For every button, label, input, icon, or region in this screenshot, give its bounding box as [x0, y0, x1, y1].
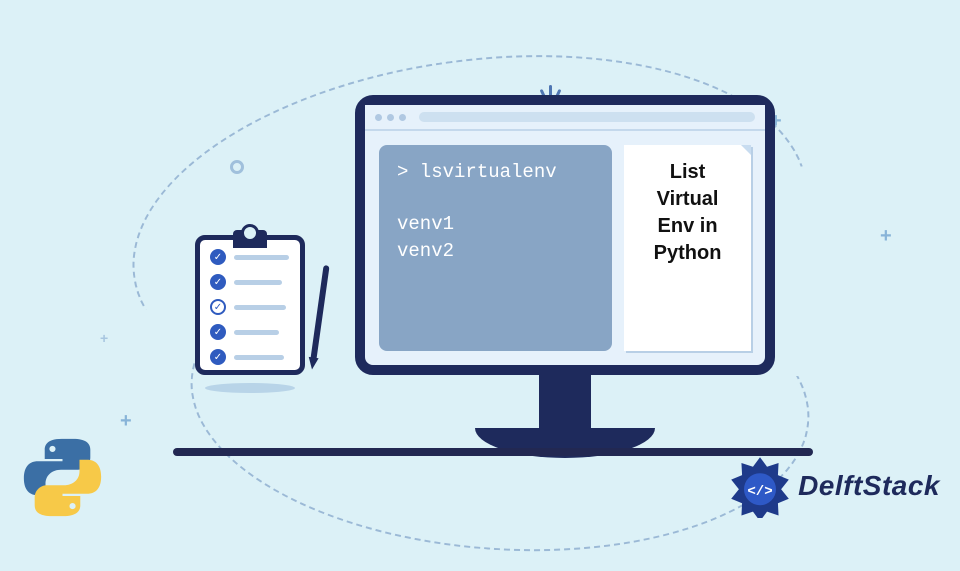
check-icon: ✓ — [210, 249, 226, 265]
note-line: List — [632, 159, 743, 186]
ring-icon — [230, 160, 244, 174]
sticky-note: List Virtual Env in Python — [624, 145, 751, 351]
check-icon: ✓ — [210, 299, 226, 315]
sparkle-icon: + — [120, 410, 132, 433]
monitor-illustration: > lsvirtualenv venv1 venv2 List Virtual … — [355, 95, 775, 458]
check-icon: ✓ — [210, 324, 226, 340]
note-line: Virtual — [632, 186, 743, 213]
delftstack-logo: </> DelftStack — [728, 454, 940, 518]
note-line: Env in — [632, 213, 743, 240]
check-icon: ✓ — [210, 349, 226, 365]
terminal-output-line: venv1 — [397, 211, 594, 238]
python-logo-icon — [20, 435, 105, 520]
terminal-command: > lsvirtualenv — [397, 161, 594, 183]
check-icon: ✓ — [210, 274, 226, 290]
terminal-panel: > lsvirtualenv venv1 venv2 — [379, 145, 612, 351]
code-badge-icon: </> — [728, 454, 792, 518]
pencil-icon — [310, 265, 329, 360]
browser-bar — [365, 105, 765, 131]
sparkle-icon: + — [100, 330, 108, 346]
desk-line — [173, 448, 813, 456]
svg-text:</>: </> — [747, 484, 772, 500]
terminal-output-line: venv2 — [397, 238, 594, 265]
sparkle-icon: + — [880, 225, 892, 248]
note-line: Python — [632, 240, 743, 267]
clipboard-clip-icon — [233, 230, 267, 248]
brand-name: DelftStack — [798, 470, 940, 502]
clipboard-illustration: ✓ ✓ ✓ ✓ ✓ — [195, 235, 305, 375]
